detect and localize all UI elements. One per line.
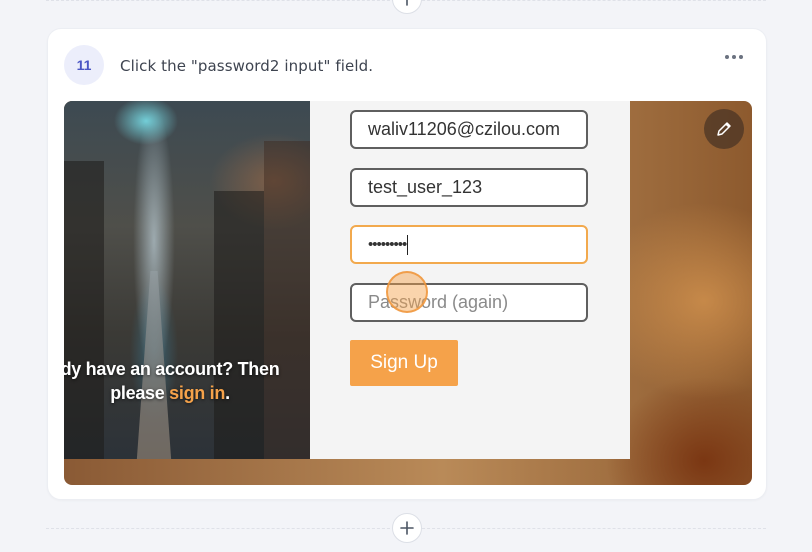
more-options-button[interactable] [722,47,746,67]
plus-icon [400,521,414,535]
plus-icon [406,0,408,6]
signup-form: waliv11206@czilou.com test_user_123 ••••… [310,101,630,459]
step-card: 11 Click the "password2 input" field. dy… [47,28,767,500]
sign-in-link[interactable]: sign in [169,383,225,403]
username-input[interactable]: test_user_123 [350,168,588,207]
city-artwork-image: dy have an account? Then please sign in. [64,101,310,459]
step-screenshot: dy have an account? Then please sign in.… [64,101,752,485]
account-prompt-suffix: . [225,383,230,403]
more-horizontal-icon [725,55,729,59]
step-instruction: Click the "password2 input" field. [120,57,374,75]
add-step-button-bottom[interactable] [392,513,422,543]
account-prompt: dy have an account? Then please sign in. [64,357,280,405]
edit-screenshot-button[interactable] [704,109,744,149]
step-number-badge: 11 [64,45,104,85]
password-input[interactable]: ••••••••• [350,225,588,264]
signup-button[interactable]: Sign Up [350,340,458,386]
email-input[interactable]: waliv11206@czilou.com [350,110,588,149]
pencil-icon [717,122,731,136]
add-step-button-top[interactable] [392,0,422,14]
account-prompt-prefix: please [110,383,170,403]
account-prompt-line1: dy have an account? Then [64,359,280,379]
click-target-marker [386,271,428,313]
text-caret [407,234,409,255]
